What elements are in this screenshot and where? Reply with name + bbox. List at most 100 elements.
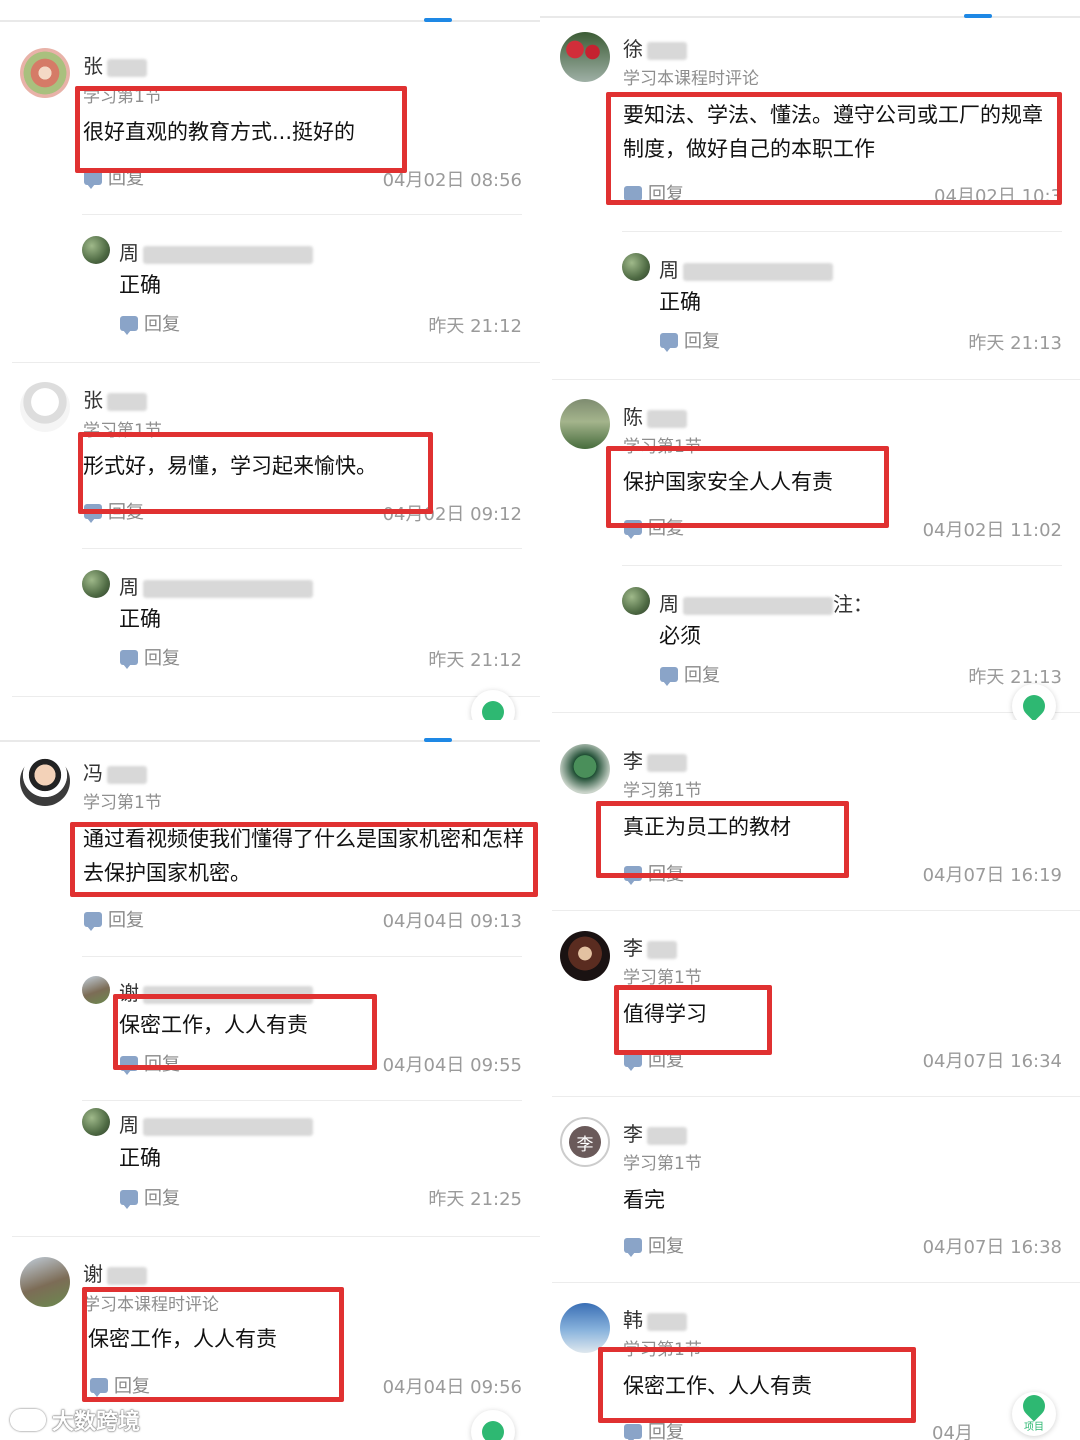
active-tab-indicator <box>424 738 452 742</box>
reply-button[interactable]: 回复 <box>624 1232 684 1258</box>
comment-time: 04月07日 16:34 <box>922 1051 1062 1072</box>
screenshot-panel-3: 冯 学习第1节 通过看视频使我们懂得了什么是国家机密和怎样去保护国家机密。 回复… <box>0 720 540 1440</box>
divider <box>12 1236 540 1237</box>
comment-time: 昨天 21:13 <box>968 333 1062 354</box>
commenter-name[interactable]: 陈 <box>623 401 687 430</box>
divider <box>12 696 540 697</box>
reply-button[interactable]: 回复 <box>120 644 180 670</box>
comment-bubble-icon <box>660 332 678 352</box>
tab-bar <box>0 720 540 742</box>
avatar[interactable] <box>82 236 110 264</box>
avatar[interactable]: 李 <box>560 1117 610 1167</box>
screenshot-panel-2: 徐 学习本课程时评论 要知法、学法、懂法。遵守公司或工厂的规章制度，做好自己的本… <box>540 0 1080 720</box>
commenter-name[interactable]: 谢 <box>83 1258 147 1287</box>
divider <box>82 1100 522 1101</box>
commenter-name[interactable]: 李 <box>623 745 687 774</box>
divider <box>12 362 540 363</box>
reply-author[interactable]: 周 <box>119 237 313 266</box>
active-tab-indicator <box>424 18 452 22</box>
comment-time: 04月07日 16:38 <box>922 1237 1062 1258</box>
screenshot-panel-4: 李 学习第1节 真正为员工的教材 回复 04月07日 16:19 李 学习第1节… <box>540 720 1080 1440</box>
location-pin-icon <box>477 696 509 720</box>
highlight-box <box>113 994 377 1070</box>
project-fab[interactable] <box>471 1410 515 1440</box>
divider <box>82 548 522 549</box>
highlight-box <box>614 985 772 1055</box>
lesson-label: 学习第1节 <box>83 793 162 813</box>
avatar[interactable] <box>560 744 610 794</box>
reply-button[interactable]: 回复 <box>660 661 720 687</box>
commenter-name[interactable]: 韩 <box>623 1304 687 1333</box>
avatar[interactable] <box>622 587 650 615</box>
reply-text: 正确 <box>119 1146 161 1170</box>
commenter-name[interactable]: 李 <box>623 932 677 961</box>
commenter-name[interactable]: 张 <box>83 384 147 413</box>
highlight-box <box>596 801 849 878</box>
divider <box>552 712 1080 713</box>
avatar[interactable] <box>82 1108 110 1136</box>
reply-button[interactable]: 回复 <box>84 906 144 932</box>
highlight-box <box>598 1347 916 1423</box>
lesson-label: 学习第1节 <box>623 1154 702 1174</box>
reply-author[interactable]: 周 <box>659 254 833 283</box>
avatar[interactable] <box>82 976 110 1004</box>
divider <box>622 565 1062 566</box>
comment-time: 昨天 21:25 <box>428 1189 522 1210</box>
avatar[interactable] <box>20 382 70 432</box>
tab-bar <box>0 0 540 22</box>
comment-time: 04月07日 16:19 <box>922 865 1062 886</box>
commenter-name[interactable]: 李 <box>623 1118 687 1147</box>
avatar[interactable] <box>560 399 610 449</box>
reply-text: 正确 <box>119 273 161 297</box>
screenshot-panel-1: 张 学习第1节 很好直观的教育方式...挺好的 回复 04月02日 08:56 … <box>0 0 540 720</box>
reply-author[interactable]: 周注： <box>659 588 873 617</box>
avatar[interactable] <box>560 32 610 82</box>
highlight-box <box>75 86 407 173</box>
lesson-label: 学习本课程时评论 <box>623 69 759 89</box>
comment-bubble-icon <box>660 666 678 686</box>
comment-bubble-icon <box>84 911 102 931</box>
comment-bubble-icon <box>120 649 138 669</box>
reply-button[interactable]: 回复 <box>120 1184 180 1210</box>
reply-button[interactable]: 回复 <box>120 310 180 336</box>
highlight-box <box>78 432 433 514</box>
reply-author[interactable]: 周 <box>119 1109 313 1138</box>
comment-time: 昨天 21:12 <box>428 650 522 671</box>
divider <box>552 379 1080 380</box>
divider <box>82 956 522 957</box>
location-pin-icon <box>477 1416 509 1440</box>
commenter-name[interactable]: 冯 <box>83 757 147 786</box>
reply-author[interactable]: 周 <box>119 571 313 600</box>
highlight-box <box>606 92 1062 205</box>
highlight-box <box>82 1287 344 1402</box>
watermark: 大数跨境 <box>10 1404 140 1436</box>
comment-bubble-icon <box>624 1423 642 1440</box>
reply-text: 正确 <box>659 290 701 314</box>
project-fab[interactable] <box>1012 684 1056 720</box>
reply-text: 必须 <box>659 624 701 648</box>
divider <box>552 910 1080 911</box>
location-pin-icon <box>1018 690 1050 720</box>
commenter-name[interactable]: 徐 <box>623 33 687 62</box>
divider <box>82 214 522 215</box>
lesson-label: 学习第1节 <box>623 781 702 801</box>
tab-bar <box>540 0 1080 18</box>
avatar[interactable] <box>82 570 110 598</box>
avatar[interactable] <box>622 253 650 281</box>
commenter-name[interactable]: 张 <box>83 50 147 79</box>
avatar[interactable] <box>20 48 70 98</box>
comment-bubble-icon <box>624 1237 642 1257</box>
avatar[interactable] <box>20 1257 70 1307</box>
project-fab[interactable] <box>471 690 515 720</box>
avatar[interactable] <box>560 1303 610 1353</box>
active-tab-indicator <box>964 14 992 18</box>
comment-bubble-icon <box>120 1189 138 1209</box>
avatar[interactable] <box>20 756 70 806</box>
location-pin-icon <box>1018 1390 1050 1422</box>
comment-text: 看完 <box>623 1188 665 1212</box>
avatar[interactable] <box>560 931 610 981</box>
highlight-box <box>70 822 538 897</box>
project-fab[interactable]: 项目 <box>1012 1390 1056 1436</box>
divider <box>552 1096 1080 1097</box>
reply-button[interactable]: 回复 <box>660 327 720 353</box>
